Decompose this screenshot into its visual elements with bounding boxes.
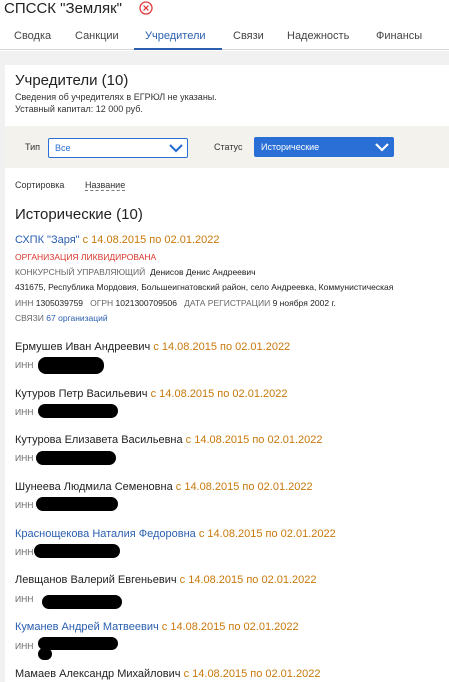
sort-by-name[interactable]: Название <box>85 180 126 191</box>
separator <box>0 51 449 65</box>
org-address: 431675, Республика Мордовия, Большеигнат… <box>15 282 394 292</box>
person-inn-label: ИНН <box>15 641 34 651</box>
person-inn-label: ИНН <box>15 547 34 557</box>
org-status: ОРГАНИЗАЦИЯ ЛИКВИДИРОВАНА <box>15 252 157 262</box>
tab-founders[interactable]: Учредители <box>145 30 206 42</box>
links-label: СВЯЗИ <box>15 313 44 323</box>
title-bar: СПССК "Земляк" <box>0 0 449 22</box>
person-name: Мамаев Александр Михайлович <box>15 668 181 680</box>
org-inn: 1305039759 <box>35 298 84 308</box>
status-select-value: Исторические <box>261 142 320 152</box>
tab-bar: Сводка Санкции Учредители Связи Надежнос… <box>0 22 449 50</box>
person-name-link[interactable]: Краснощекова Наталия Федоровна <box>15 528 196 540</box>
person-row: Мамаев Александр Михайлович с 14.08.2015… <box>15 668 320 680</box>
redaction <box>36 497 118 511</box>
person-dates: с 14.08.2015 по 02.01.2022 <box>161 621 299 633</box>
tab-summary[interactable]: Сводка <box>14 30 51 42</box>
person-name: Шунеева Людмила Семеновна <box>15 481 173 493</box>
person-name: Ермушев Иван Андреевич <box>15 341 151 353</box>
group-title: Исторические (10) <box>15 206 143 223</box>
chevron-down-icon <box>169 144 183 153</box>
manager-label: КОНКУРСНЫЙ УПРАВЛЯЮЩИЙ <box>15 267 146 277</box>
person-dates: с 14.08.2015 по 02.01.2022 <box>183 668 321 680</box>
redaction <box>38 404 118 418</box>
company-title: СПССК "Земляк" <box>4 0 122 17</box>
person-name: Кутуров Петр Васильевич <box>15 388 148 400</box>
sort-label: Сортировка <box>15 180 65 190</box>
org-entry: СХПК "Заря" с 14.08.2015 по 02.01.2022 <box>15 234 219 246</box>
egrul-note: Сведения об учредителях в ЕГРЮЛ не указа… <box>15 92 217 102</box>
person-row: Кутурова Елизавета Васильевна с 14.08.20… <box>15 434 323 446</box>
person-inn-label: ИНН <box>15 500 34 510</box>
person-row: Кутуров Петр Васильевич с 14.08.2015 по … <box>15 388 287 400</box>
org-name-link[interactable]: СХПК "Заря" <box>15 234 80 246</box>
person-inn-label: ИНН <box>15 453 34 463</box>
manager-name: Денисов Денис Андреевич <box>149 267 256 277</box>
redaction <box>36 451 116 465</box>
redaction <box>34 544 120 558</box>
type-select[interactable]: Все <box>48 138 188 158</box>
person-dates: с 14.08.2015 по 02.01.2022 <box>153 341 291 353</box>
person-row: Левщанов Валерий Евгеньевич с 14.08.2015… <box>15 574 317 586</box>
org-links: СВЯЗИ 67 организаций <box>15 313 108 323</box>
status-select[interactable]: Исторические <box>254 137 394 157</box>
org-reg-date: 9 ноября 2002 г. <box>272 298 336 308</box>
type-filter-label: Тип <box>25 142 41 152</box>
chevron-down-icon <box>375 143 389 152</box>
person-inn-label: ИНН <box>15 360 34 370</box>
type-select-value: Все <box>55 143 71 153</box>
person-name: Левщанов Валерий Евгеньевич <box>15 574 177 586</box>
person-inn-label: ИНН <box>15 407 34 417</box>
links-count-link[interactable]: 67 организаций <box>46 313 107 323</box>
active-tab-indicator <box>134 48 222 50</box>
tab-links[interactable]: Связи <box>233 30 264 42</box>
person-dates: с 14.08.2015 по 02.01.2022 <box>150 388 288 400</box>
person-row: Краснощекова Наталия Федоровна с 14.08.2… <box>15 528 336 540</box>
tab-reliability[interactable]: Надежность <box>287 30 349 42</box>
redaction <box>42 595 122 609</box>
close-icon[interactable] <box>139 1 153 15</box>
charter-capital: Уставный капитал: 12 000 руб. <box>15 104 143 114</box>
redaction <box>38 357 104 374</box>
person-inn-label: ИНН <box>15 594 34 604</box>
person-row: Ермушев Иван Андреевич с 14.08.2015 по 0… <box>15 341 290 353</box>
org-dates: с 14.08.2015 по 02.01.2022 <box>82 234 220 246</box>
org-manager: КОНКУРСНЫЙ УПРАВЛЯЮЩИЙ Денисов Денис Анд… <box>15 267 256 277</box>
person-dates: с 14.08.2015 по 02.01.2022 <box>185 434 323 446</box>
person-dates: с 14.08.2015 по 02.01.2022 <box>179 574 317 586</box>
inn-label: ИНН <box>15 298 34 308</box>
person-dates: с 14.08.2015 по 02.01.2022 <box>175 481 313 493</box>
person-dates: с 14.08.2015 по 02.01.2022 <box>198 528 336 540</box>
ogrn-label: ОГРН <box>90 298 114 308</box>
person-row: Куманев Андрей Матвеевич с 14.08.2015 по… <box>15 621 299 633</box>
section-title: Учредители (10) <box>15 72 129 89</box>
redaction <box>38 637 118 650</box>
status-filter-label: Статус <box>214 142 243 152</box>
person-row: Шунеева Людмила Семеновна с 14.08.2015 п… <box>15 481 313 493</box>
tab-sanctions[interactable]: Санкции <box>75 30 119 42</box>
person-name: Кутурова Елизавета Васильевна <box>15 434 183 446</box>
redaction <box>38 648 52 660</box>
tab-finances[interactable]: Финансы <box>376 30 422 42</box>
reg-label: ДАТА РЕГИСТРАЦИИ <box>184 298 271 308</box>
org-ids: ИНН 1305039759 ОГРН 1021300709506 ДАТА Р… <box>15 298 336 308</box>
person-name-link[interactable]: Куманев Андрей Матвеевич <box>15 621 159 633</box>
org-ogrn: 1021300709506 <box>115 298 178 308</box>
